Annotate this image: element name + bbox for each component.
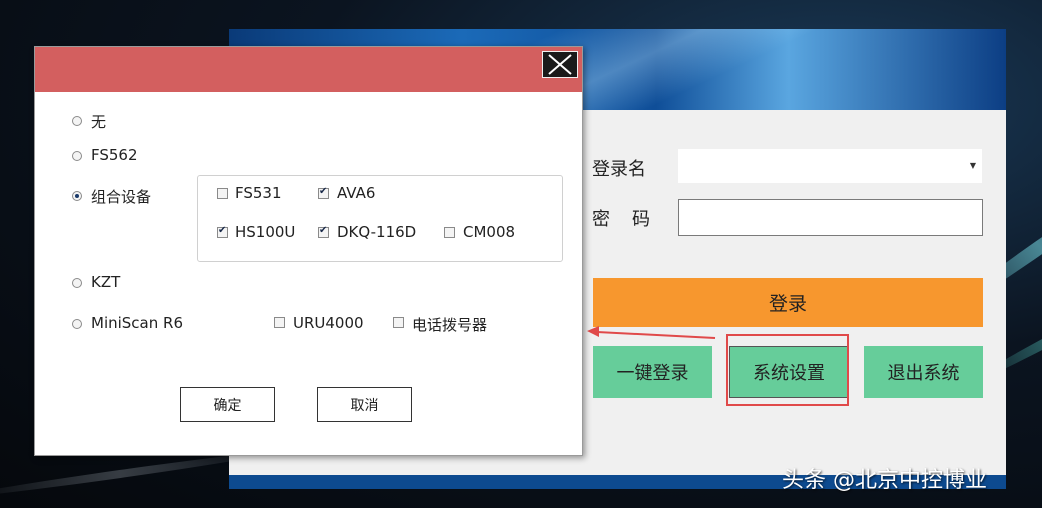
checkbox-label-dkq-116d: DKQ-116D [337, 223, 417, 241]
cancel-button[interactable]: 取消 [317, 387, 412, 422]
checkbox-dkq-116d[interactable] [318, 225, 329, 238]
checkbox-label-phone-dialer: 电话拨号器 [412, 316, 488, 334]
dialog-titlebar [35, 47, 582, 92]
username-combobox[interactable]: ▼ [678, 149, 982, 183]
password-label: 密 码 [592, 209, 652, 230]
checkbox-label-cm008: CM008 [463, 223, 516, 241]
login-button[interactable]: 登录 [593, 278, 983, 327]
checkbox-uru4000[interactable] [274, 317, 285, 328]
radio-label-none: 无 [91, 113, 107, 131]
watermark-text: 头条 @北京中控博业 [782, 468, 987, 493]
annotation-highlight-box [726, 334, 849, 406]
close-icon [548, 54, 572, 75]
checkbox-ava6[interactable] [318, 186, 329, 199]
radio-label-combo-device: 组合设备 [91, 188, 152, 206]
confirm-button[interactable]: 确定 [180, 387, 275, 422]
password-input[interactable] [678, 199, 983, 236]
checkbox-phone-dialer[interactable] [393, 317, 404, 328]
radio-label-fs562: FS562 [91, 146, 138, 164]
radio-miniscan-r6[interactable] [72, 319, 82, 329]
exit-system-button[interactable]: 退出系统 [864, 346, 983, 398]
checkbox-label-uru4000: URU4000 [293, 314, 364, 332]
radio-combo-device[interactable] [72, 191, 82, 201]
checkbox-label-ava6: AVA6 [337, 184, 376, 202]
dropdown-arrow-icon[interactable]: ▼ [970, 161, 976, 170]
annotation-arrow-icon [587, 326, 716, 339]
radio-fs562[interactable] [72, 151, 82, 161]
system-settings-dialog: 无 FS562 组合设备 FS531 AVA6 HS100U DKQ-116D … [34, 46, 583, 456]
close-button[interactable] [542, 51, 578, 78]
checkbox-label-hs100u: HS100U [235, 223, 296, 241]
checkbox-label-fs531: FS531 [235, 184, 282, 202]
radio-label-kzt: KZT [91, 273, 121, 291]
checkbox-cm008[interactable] [444, 227, 455, 238]
radio-kzt[interactable] [72, 278, 82, 288]
username-label: 登录名 [592, 159, 646, 180]
radio-none[interactable] [72, 116, 82, 126]
quick-login-button[interactable]: 一键登录 [593, 346, 712, 398]
radio-label-miniscan-r6: MiniScan R6 [91, 314, 183, 332]
checkbox-fs531[interactable] [217, 188, 228, 199]
checkbox-hs100u[interactable] [217, 225, 228, 238]
